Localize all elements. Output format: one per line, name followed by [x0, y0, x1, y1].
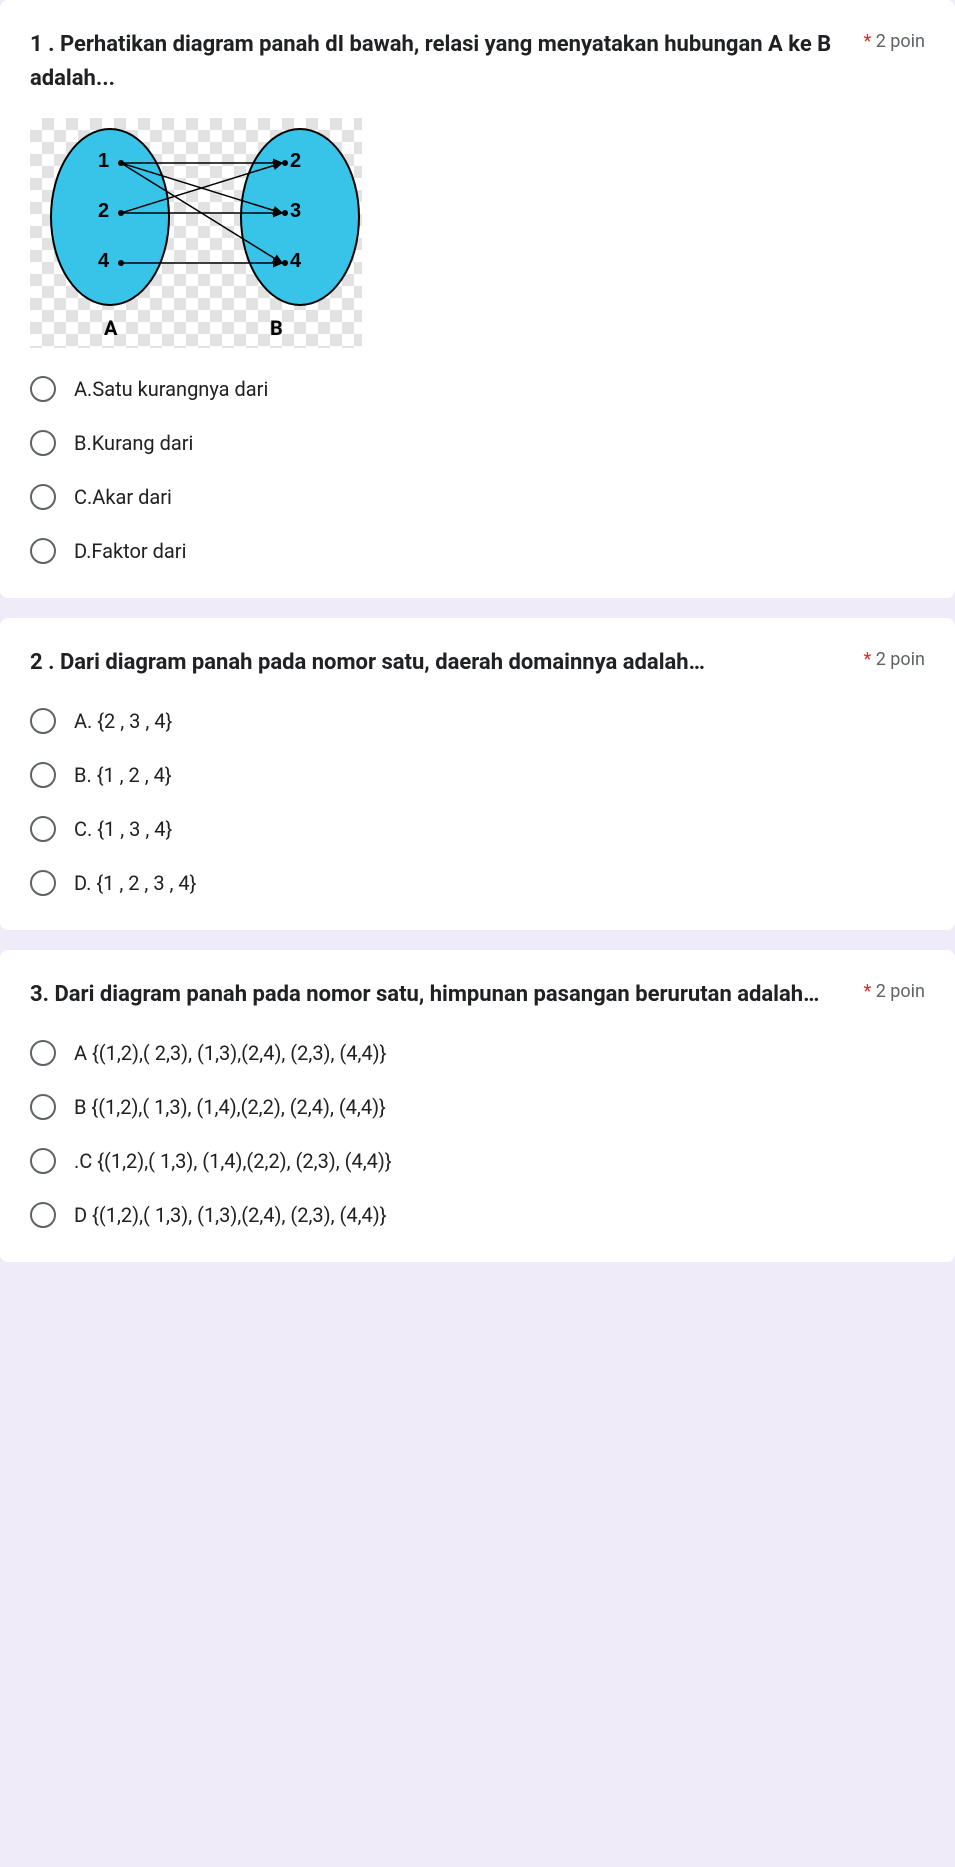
- question-2-title: 2 . Dari diagram panah pada nomor satu, …: [30, 646, 845, 680]
- question-1-points-text: 2 poin: [876, 31, 925, 52]
- question-2-header: 2 . Dari diagram panah pada nomor satu, …: [30, 646, 925, 680]
- q2-option-d-label: D. {1 , 2 , 3 , 4}: [74, 871, 196, 895]
- set-a-elem-1: 1: [98, 150, 109, 173]
- question-1-points: * 2 poin: [845, 28, 925, 52]
- question-2-points: * 2 poin: [845, 646, 925, 670]
- q2-option-a-label: A. {2 , 3 , 4}: [74, 709, 172, 733]
- q2-option-c-label: C. {1 , 3 , 4}: [74, 817, 172, 841]
- q2-option-b[interactable]: B. {1 , 2 , 4}: [30, 762, 925, 788]
- q2-option-a[interactable]: A. {2 , 3 , 4}: [30, 708, 925, 734]
- radio-icon: [30, 1148, 56, 1174]
- q2-option-c[interactable]: C. {1 , 3 , 4}: [30, 816, 925, 842]
- q1-option-d[interactable]: D.Faktor dari: [30, 538, 925, 564]
- radio-icon: [30, 1094, 56, 1120]
- question-2-card: 2 . Dari diagram panah pada nomor satu, …: [0, 618, 955, 930]
- q1-option-b[interactable]: B.Kurang dari: [30, 430, 925, 456]
- radio-icon: [30, 1202, 56, 1228]
- arrow-diagram-wrap: 1 2 4 2 3 4: [30, 118, 925, 348]
- q1-option-c-label: C.Akar dari: [74, 485, 172, 509]
- question-1-card: 1 . Perhatikan diagram panah dI bawah, r…: [0, 0, 955, 598]
- radio-icon: [30, 484, 56, 510]
- question-3-points: * 2 poin: [845, 978, 925, 1002]
- question-1-header: 1 . Perhatikan diagram panah dI bawah, r…: [30, 28, 925, 96]
- radio-icon: [30, 762, 56, 788]
- radio-icon: [30, 708, 56, 734]
- set-b-elem-2: 2: [290, 150, 301, 173]
- q2-option-b-label: B. {1 , 2 , 4}: [74, 763, 172, 787]
- q3-option-d-label: D {(1,2),( 1,3), (1,3),(2,4), (2,3), (4,…: [74, 1203, 387, 1227]
- question-1-title: 1 . Perhatikan diagram panah dI bawah, r…: [30, 28, 845, 96]
- q3-option-c-label: .C {(1,2),( 1,3), (1,4),(2,2), (2,3), (4…: [74, 1149, 392, 1173]
- q1-option-a[interactable]: A.Satu kurangnya dari: [30, 376, 925, 402]
- radio-icon: [30, 538, 56, 564]
- q3-option-b-label: B {(1,2),( 1,3), (1,4),(2,2), (2,4), (4,…: [74, 1095, 386, 1119]
- set-a-elem-2: 2: [98, 200, 109, 223]
- set-b-label: B: [270, 316, 283, 340]
- question-3-title: 3. Dari diagram panah pada nomor satu, h…: [30, 978, 845, 1012]
- question-2-points-text: 2 poin: [876, 649, 925, 670]
- q3-option-c[interactable]: .C {(1,2),( 1,3), (1,4),(2,2), (2,3), (4…: [30, 1148, 925, 1174]
- radio-icon: [30, 376, 56, 402]
- radio-icon: [30, 870, 56, 896]
- q3-option-b[interactable]: B {(1,2),( 1,3), (1,4),(2,2), (2,4), (4,…: [30, 1094, 925, 1120]
- set-a-elem-4: 4: [98, 250, 109, 273]
- set-b-elem-3: 3: [290, 200, 301, 223]
- q1-option-b-label: B.Kurang dari: [74, 431, 193, 455]
- set-b-elem-4: 4: [290, 250, 301, 273]
- arrow-diagram: 1 2 4 2 3 4: [30, 118, 362, 348]
- q2-option-d[interactable]: D. {1 , 2 , 3 , 4}: [30, 870, 925, 896]
- set-a-label: A: [104, 316, 117, 340]
- radio-icon: [30, 816, 56, 842]
- radio-icon: [30, 1040, 56, 1066]
- set-a-oval: [50, 128, 170, 306]
- q1-option-a-label: A.Satu kurangnya dari: [74, 377, 268, 401]
- question-3-points-text: 2 poin: [876, 981, 925, 1002]
- q3-option-a-label: A {(1,2),( 2,3), (1,3),(2,4), (2,3), (4,…: [74, 1041, 386, 1065]
- radio-icon: [30, 430, 56, 456]
- q1-option-c[interactable]: C.Akar dari: [30, 484, 925, 510]
- question-3-card: 3. Dari diagram panah pada nomor satu, h…: [0, 950, 955, 1262]
- question-3-header: 3. Dari diagram panah pada nomor satu, h…: [30, 978, 925, 1012]
- q1-option-d-label: D.Faktor dari: [74, 539, 186, 563]
- q3-option-a[interactable]: A {(1,2),( 2,3), (1,3),(2,4), (2,3), (4,…: [30, 1040, 925, 1066]
- q3-option-d[interactable]: D {(1,2),( 1,3), (1,3),(2,4), (2,3), (4,…: [30, 1202, 925, 1228]
